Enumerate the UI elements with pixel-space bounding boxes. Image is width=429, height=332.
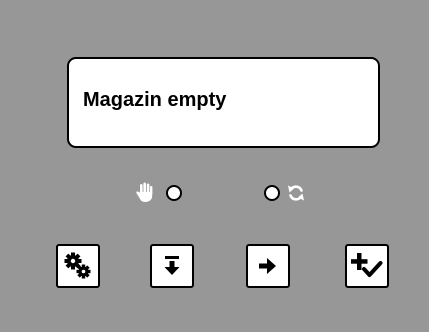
settings-button[interactable] [56, 244, 100, 288]
add-confirm-button[interactable] [345, 244, 389, 288]
display-message: Magazin empty [83, 89, 227, 111]
auto-led [264, 185, 280, 201]
refresh-icon [288, 185, 304, 201]
manual-indicator [135, 182, 182, 204]
arrow-right-icon [259, 258, 276, 274]
plus-check-icon [351, 253, 383, 277]
manual-led [166, 185, 182, 201]
arrow-down-to-line-icon [164, 256, 180, 275]
hand-icon [136, 182, 153, 202]
move-down-button[interactable] [150, 244, 194, 288]
gears-icon [64, 252, 91, 279]
message-display: Magazin empty [67, 57, 380, 148]
next-button[interactable] [246, 244, 290, 288]
auto-indicator [264, 182, 306, 204]
